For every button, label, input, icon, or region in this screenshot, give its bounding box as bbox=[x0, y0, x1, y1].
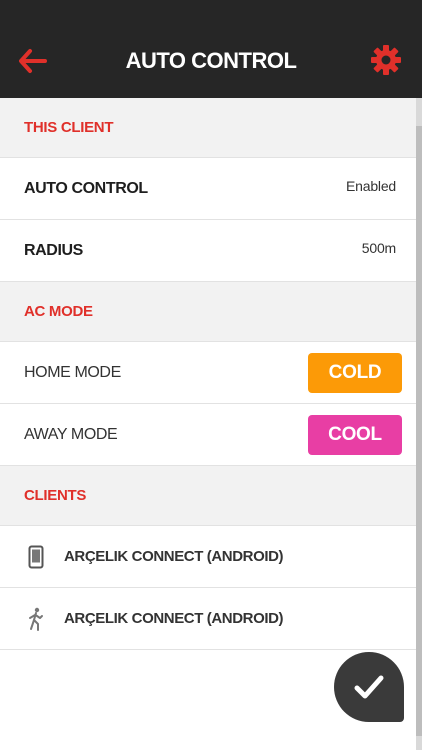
page-title: AUTO CONTROL bbox=[125, 48, 297, 73]
walking-person-icon bbox=[26, 606, 46, 632]
away-mode-label: AWAY MODE bbox=[24, 425, 118, 443]
radius-label: RADIUS bbox=[24, 241, 83, 259]
confirm-button[interactable] bbox=[334, 652, 404, 722]
away-mode-button[interactable]: COOL bbox=[308, 414, 402, 455]
scrollbar-thumb[interactable] bbox=[416, 126, 422, 736]
away-mode-row: AWAY MODE COOL bbox=[0, 404, 416, 466]
auto-control-row[interactable]: AUTO CONTROL Enabled bbox=[0, 158, 416, 220]
client-name: ARÇELIK CONNECT (ANDROID) bbox=[64, 610, 284, 627]
client-name: ARÇELIK CONNECT (ANDROID) bbox=[64, 548, 284, 565]
auto-control-value: Enabled bbox=[346, 177, 396, 194]
home-mode-button[interactable]: COLD bbox=[308, 352, 402, 393]
list-item[interactable]: ARÇELIK CONNECT (ANDROID) bbox=[0, 588, 416, 650]
home-mode-row: HOME MODE COLD bbox=[0, 342, 416, 404]
radius-value: 500m bbox=[361, 239, 396, 256]
section-header-ac-mode: AC MODE bbox=[0, 282, 416, 342]
home-mode-label: HOME MODE bbox=[24, 363, 121, 381]
phone-icon bbox=[26, 544, 46, 570]
checkmark-icon bbox=[354, 675, 384, 699]
radius-row[interactable]: RADIUS 500m bbox=[0, 220, 416, 282]
list-item[interactable]: ARÇELIK CONNECT (ANDROID) bbox=[0, 526, 416, 588]
gear-icon[interactable] bbox=[370, 44, 402, 76]
section-header-this-client: THIS CLIENT bbox=[0, 98, 416, 158]
scrollbar[interactable] bbox=[416, 98, 422, 750]
auto-control-label: AUTO CONTROL bbox=[24, 179, 148, 197]
settings-list: THIS CLIENT AUTO CONTROL Enabled RADIUS … bbox=[0, 98, 416, 650]
section-header-clients: CLIENTS bbox=[0, 466, 416, 526]
app-header: AUTO CONTROL bbox=[0, 0, 422, 98]
